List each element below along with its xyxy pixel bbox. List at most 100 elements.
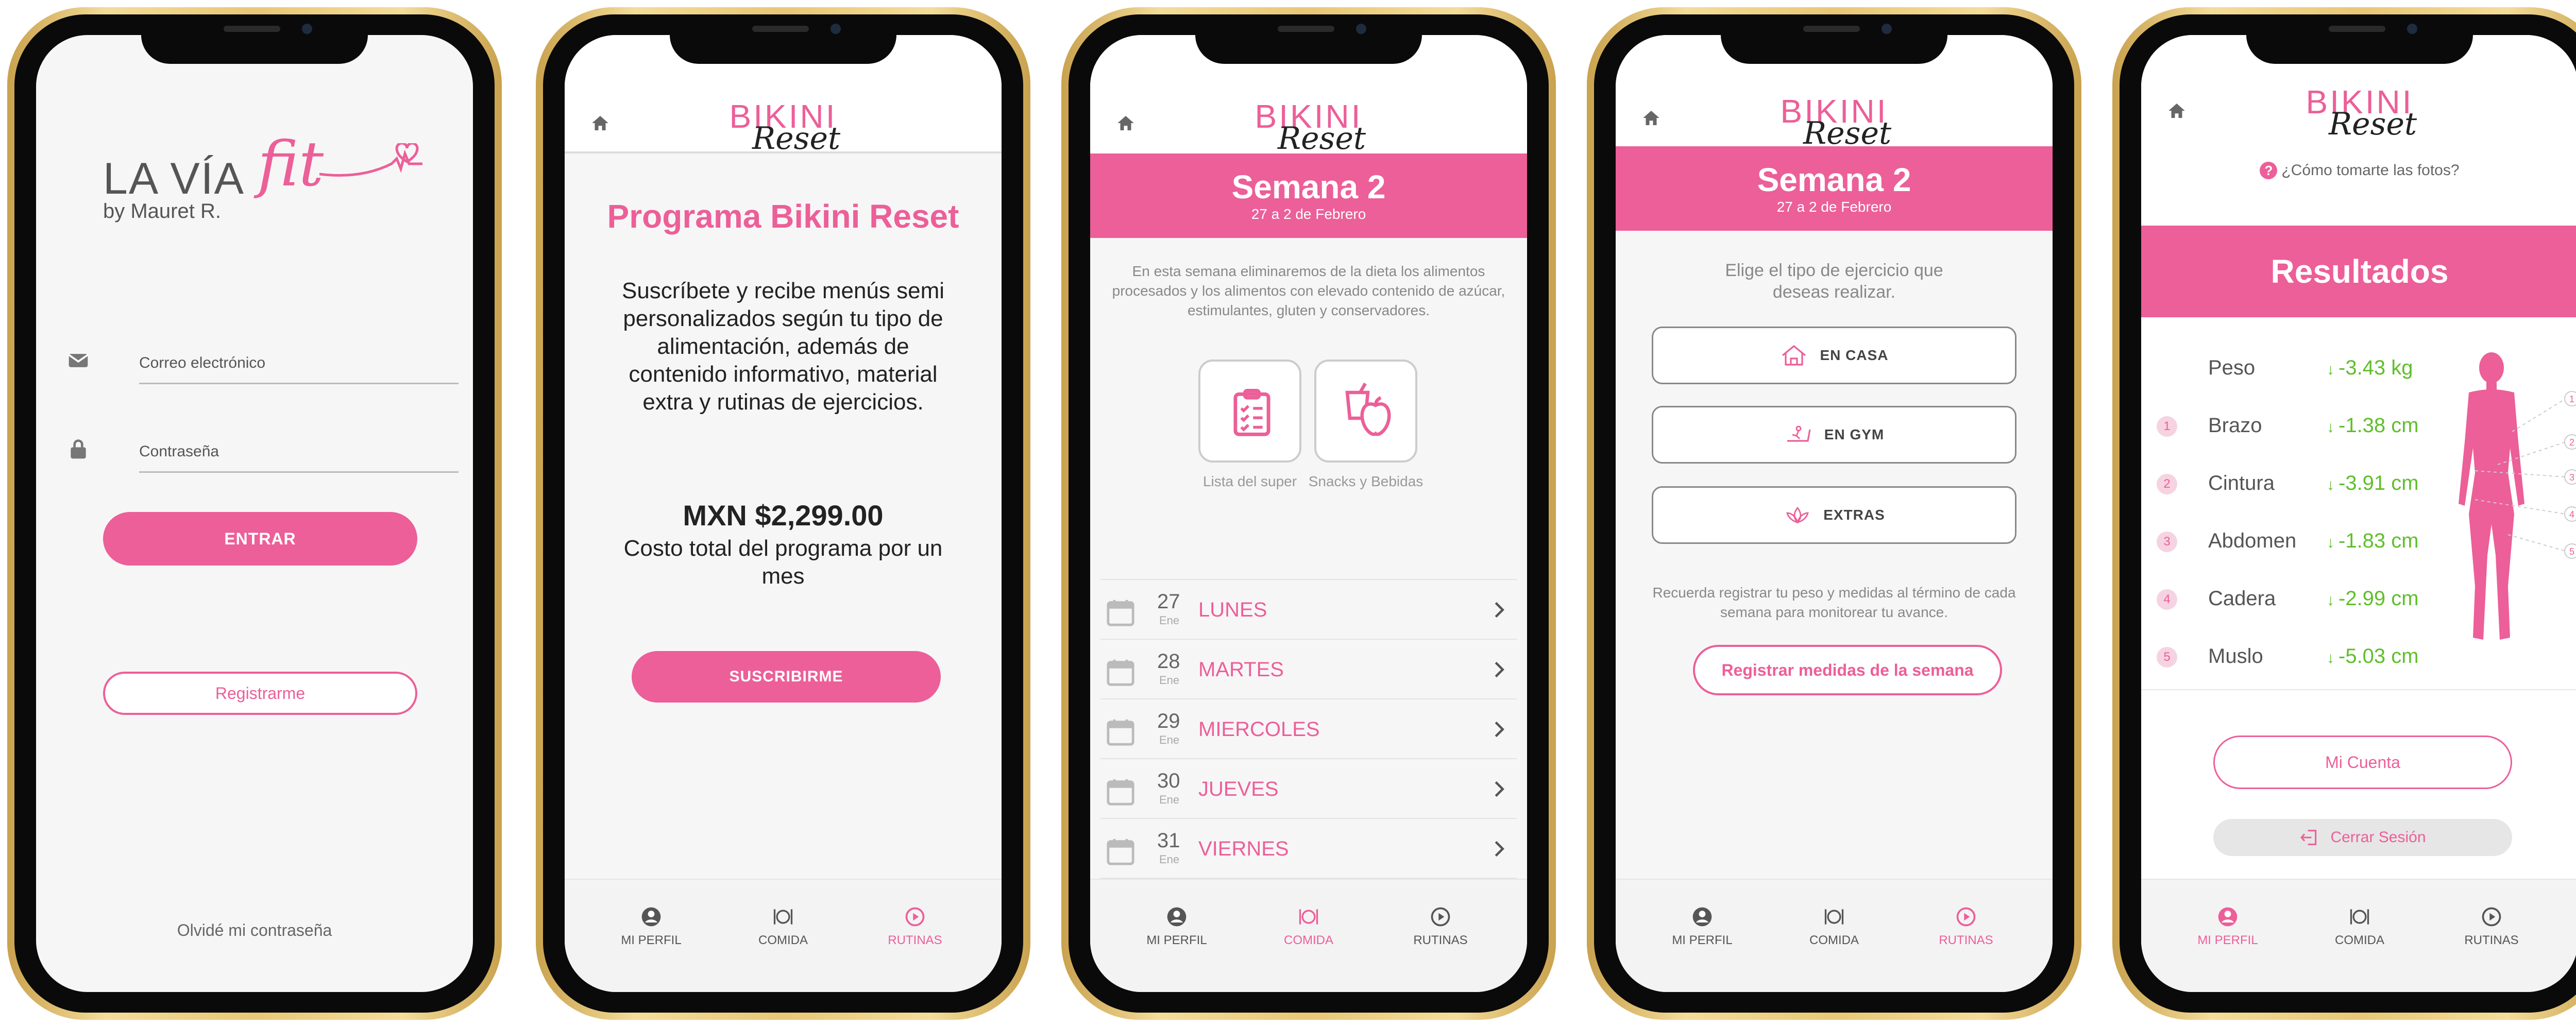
snacks-drinks-card[interactable] (1314, 360, 1417, 463)
house-icon (1782, 345, 1806, 366)
day-row[interactable]: 27 Ene LUNES (1100, 579, 1517, 639)
week-intro: En esta semana eliminaremos de la dieta … (1112, 263, 1505, 318)
bikini-reset-logo: BIKINI Reset (729, 98, 841, 157)
price-note: Costo total del programa por un mes (623, 536, 943, 589)
figure-marker: 4 (2564, 506, 2576, 522)
user-circle-icon (2218, 907, 2238, 927)
measure-badge: 2 (2157, 474, 2177, 494)
day-number: 30 (1157, 770, 1180, 792)
tab-food[interactable]: COMIDA (732, 905, 835, 992)
measure-name: Abdomen (2208, 529, 2297, 552)
measure-badge: 4 (2157, 589, 2177, 610)
tab-profile[interactable]: MI PERFIL (600, 905, 703, 992)
result-row: 4 Cadera ↓ -2.99 cm (2157, 580, 2445, 621)
apple-drink-icon (1345, 382, 1391, 436)
tab-food[interactable]: COMIDA (2308, 905, 2411, 992)
figure-marker: 1 (2564, 391, 2576, 406)
play-circle-icon (905, 907, 925, 927)
tab-profile[interactable]: MI PERFIL (1125, 905, 1228, 992)
tab-food[interactable]: COMIDA (1783, 905, 1886, 992)
tab-routines[interactable]: RUTINAS (863, 905, 967, 992)
heartbeat-heart-icon (319, 143, 422, 177)
week-title: Semana 2 (1231, 168, 1386, 206)
measure-badge: 1 (2157, 416, 2177, 437)
exercise-prompt: Elige el tipo de ejercicio que deseas re… (1725, 261, 1943, 302)
user-circle-icon (1167, 907, 1187, 927)
tab-bar: MI PERFIL COMIDA RUTINAS (565, 879, 1002, 992)
down-arrow-icon: ↓ (2327, 649, 2334, 666)
day-name: LUNES (1198, 598, 1267, 621)
home-icon[interactable] (2166, 100, 2188, 122)
measure-name: Cintura (2208, 472, 2275, 494)
chevron-right-icon (1495, 721, 1504, 738)
day-row[interactable]: 30 Ene JUEVES (1100, 758, 1517, 818)
subscribe-button[interactable]: SUSCRIBIRME (632, 651, 941, 703)
home-icon[interactable] (1640, 107, 1662, 129)
measure-value: ↓ -1.38 cm (2327, 414, 2419, 437)
option-home-button[interactable]: EN CASA (1652, 327, 2016, 384)
photo-help-link[interactable]: ? ¿Cómo tomarte las fotos? (2141, 162, 2576, 179)
svg-text:4: 4 (2569, 509, 2574, 520)
bikini-reset-logo: BIKINI Reset (1780, 93, 1892, 151)
tab-routines[interactable]: RUTINAS (1914, 905, 2018, 992)
tab-routines[interactable]: RUTINAS (1389, 905, 1492, 992)
notch (670, 14, 896, 64)
tab-bar: MI PERFIL COMIDA RUTINAS (2141, 879, 2576, 992)
plate-cutlery-icon (773, 909, 793, 925)
enter-button[interactable]: ENTRAR (103, 512, 417, 566)
chevron-right-icon (1495, 661, 1504, 678)
day-month: Ene (1159, 614, 1180, 627)
home-icon[interactable] (1115, 112, 1137, 134)
phone-login: LA VÍA fit by Mauret R. Correo electróni… (7, 7, 502, 1020)
tab-food[interactable]: COMIDA (1257, 905, 1360, 992)
svg-text:1: 1 (2569, 394, 2574, 404)
result-row: Peso ↓ -3.43 kg (2157, 349, 2445, 390)
calendar-icon (1107, 600, 1134, 626)
user-circle-icon (1692, 907, 1712, 927)
logout-button[interactable]: Cerrar Sesión (2213, 819, 2512, 856)
figure-marker: 5 (2564, 543, 2576, 559)
email-field[interactable]: Correo electrónico (67, 334, 459, 390)
notch (141, 14, 368, 64)
day-name: MIERCOLES (1198, 718, 1320, 741)
lotus-icon (1786, 506, 1809, 523)
play-circle-icon (1956, 907, 1976, 927)
clipboard-checklist-icon (1233, 389, 1270, 436)
day-month: Ene (1159, 853, 1180, 866)
day-row[interactable]: 29 Ene MIERCOLES (1100, 698, 1517, 758)
day-row[interactable]: 31 Ene VIERNES (1100, 818, 1517, 878)
register-measures-button[interactable]: Registrar medidas de la semana (1693, 645, 2002, 695)
chevron-right-icon (1495, 602, 1504, 618)
day-row[interactable]: 28 Ene MARTES (1100, 639, 1517, 698)
tab-routines[interactable]: RUTINAS (2440, 905, 2543, 992)
register-button[interactable]: Registrarme (103, 672, 417, 715)
bikini-reset-logo: BIKINI Reset (2306, 83, 2417, 142)
tab-profile[interactable]: MI PERFIL (1651, 905, 1754, 992)
measure-value: ↓ -3.91 cm (2327, 472, 2419, 494)
password-field[interactable]: Contraseña (67, 422, 459, 479)
help-icon: ? (2260, 162, 2278, 179)
shopping-list-card[interactable] (1198, 360, 1301, 463)
day-name: JUEVES (1198, 778, 1279, 800)
mail-icon (68, 354, 89, 367)
week-banner: Semana 2 27 a 2 de Febrero (1090, 153, 1527, 238)
forgot-password-link[interactable]: Olvidé mi contraseña (36, 921, 473, 940)
day-name: VIERNES (1198, 837, 1289, 860)
measure-name: Brazo (2208, 414, 2262, 437)
notch (1195, 14, 1422, 64)
play-circle-icon (2482, 907, 2501, 927)
home-icon[interactable] (589, 112, 611, 134)
user-circle-icon (641, 907, 661, 927)
option-gym-button[interactable]: EN GYM (1652, 406, 2016, 464)
down-arrow-icon: ↓ (2327, 592, 2334, 609)
day-month: Ene (1159, 674, 1180, 687)
measure-value: ↓ -2.99 cm (2327, 587, 2419, 610)
option-extras-button[interactable]: EXTRAS (1652, 486, 2016, 544)
treadmill-icon (1787, 425, 1811, 442)
my-account-button[interactable]: Mi Cuenta (2213, 736, 2512, 789)
program-title: Programa Bikini Reset (607, 198, 959, 235)
day-name: MARTES (1198, 658, 1284, 681)
tab-profile[interactable]: MI PERFIL (2176, 905, 2279, 992)
notch (1721, 14, 1947, 64)
week-title: Semana 2 (1757, 161, 1911, 198)
